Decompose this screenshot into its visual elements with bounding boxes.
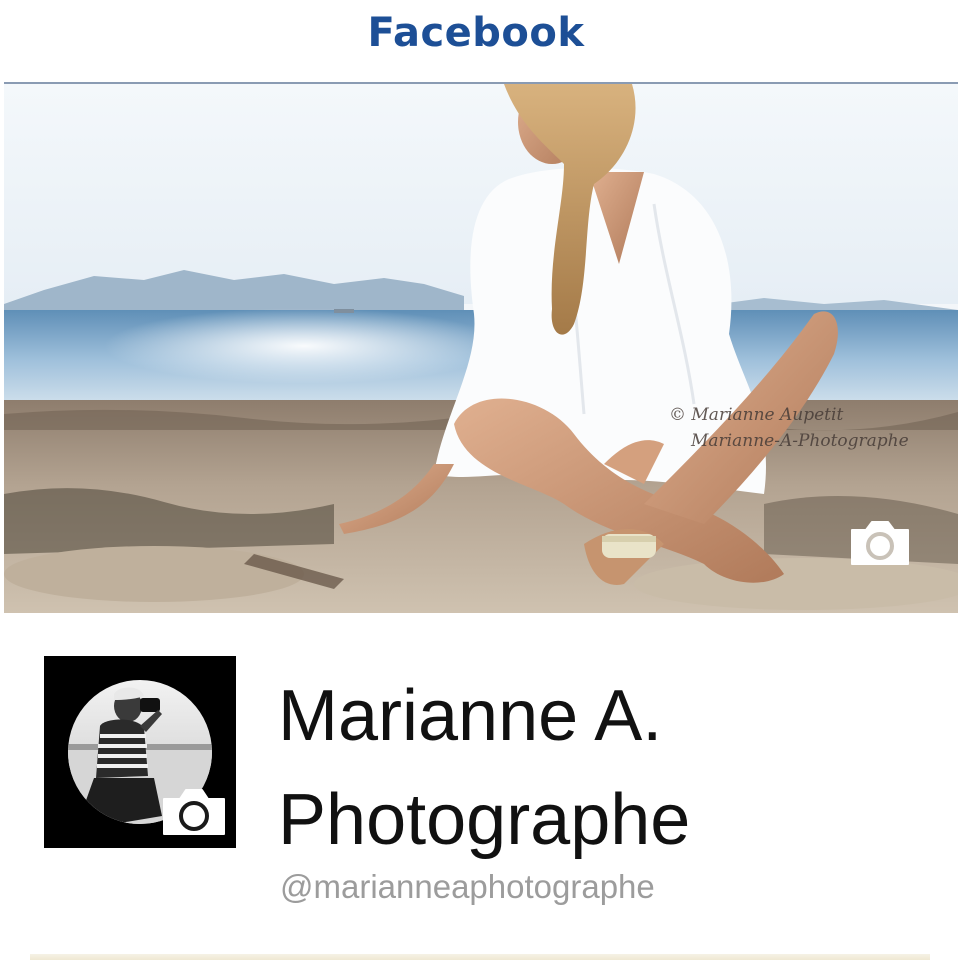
page-name-line1: Marianne A. — [278, 676, 663, 756]
watermark-line2: Marianne-A-Photographe — [691, 431, 909, 451]
cover-camera-icon[interactable] — [848, 520, 912, 566]
cover-watermark: © Marianne Aupetit Marianne-A-Photograph… — [669, 402, 909, 454]
avatar-camera-icon[interactable] — [160, 787, 228, 837]
cover-photo-scene — [4, 84, 958, 613]
page-name-line2: Photographe — [278, 780, 691, 860]
bottom-edge-strip — [30, 954, 930, 960]
watermark-line1: © Marianne Aupetit — [669, 405, 844, 425]
site-title: Facebook — [367, 10, 585, 56]
page-handle[interactable]: @marianneaphotographe — [280, 868, 655, 906]
cover-photo[interactable]: © Marianne Aupetit Marianne-A-Photograph… — [4, 84, 958, 613]
page-name: Marianne A. Photographe — [278, 664, 690, 872]
facebook-page-screenshot: Facebook © Marianne Aupetit Marianne-A-P… — [0, 0, 960, 960]
